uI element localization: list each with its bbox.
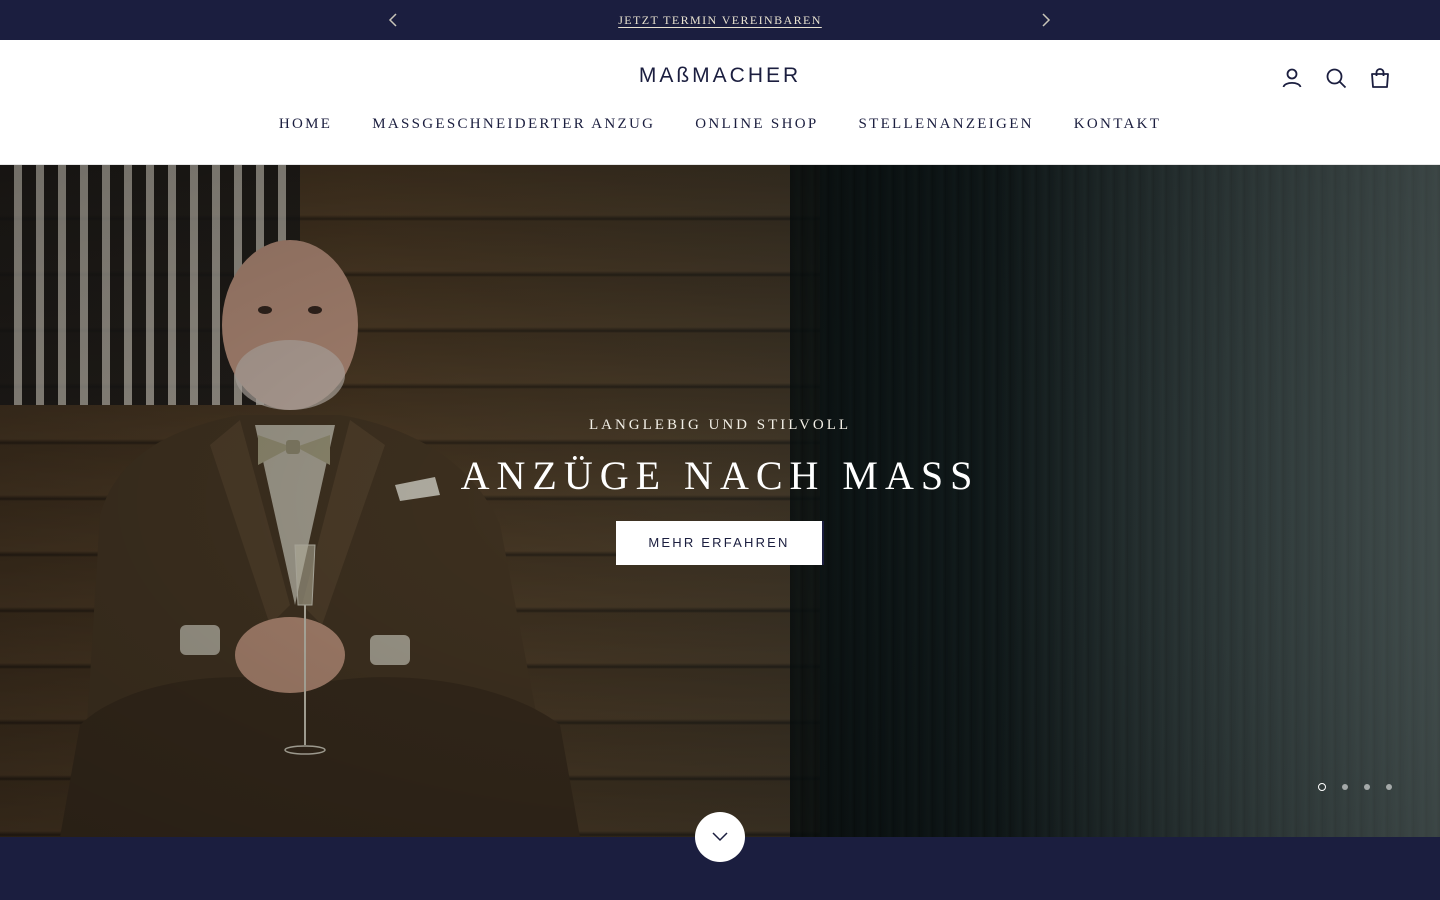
account-icon[interactable] bbox=[1280, 66, 1304, 90]
cart-icon[interactable] bbox=[1368, 66, 1392, 90]
hero-content: LANGLEBIG UND STILVOLL ANZÜGE NACH MASS … bbox=[0, 417, 1440, 565]
slide-dot-1[interactable] bbox=[1318, 783, 1326, 791]
hero-heading: ANZÜGE NACH MASS bbox=[460, 453, 980, 498]
nav-item-home[interactable]: HOME bbox=[279, 116, 332, 133]
header-actions bbox=[1280, 66, 1392, 90]
hero-cta-button[interactable]: MEHR ERFAHREN bbox=[616, 521, 824, 565]
hero-subheading: LANGLEBIG UND STILVOLL bbox=[588, 417, 852, 433]
chevron-right-icon[interactable] bbox=[1038, 12, 1054, 28]
chevron-left-icon[interactable] bbox=[385, 12, 401, 28]
site-header: MAßMACHER HOME MASSGESCHNEIDERTER ANZUG … bbox=[0, 40, 1440, 165]
nav-item-online-shop[interactable]: ONLINE SHOP bbox=[695, 116, 818, 133]
search-icon[interactable] bbox=[1324, 66, 1348, 90]
slide-dot-2[interactable] bbox=[1342, 784, 1348, 790]
site-logo[interactable]: MAßMACHER bbox=[0, 64, 1440, 88]
chevron-down-icon bbox=[712, 832, 728, 842]
announcement-link[interactable]: JETZT TERMIN VEREINBAREN bbox=[618, 13, 822, 28]
hero-slideshow: LANGLEBIG UND STILVOLL ANZÜGE NACH MASS … bbox=[0, 165, 1440, 837]
slide-dot-4[interactable] bbox=[1386, 784, 1392, 790]
nav-item-stellenanzeigen[interactable]: STELLENANZEIGEN bbox=[858, 116, 1033, 133]
slide-dot-3[interactable] bbox=[1364, 784, 1370, 790]
slideshow-pagination bbox=[1318, 783, 1392, 791]
main-navigation: HOME MASSGESCHNEIDERTER ANZUG ONLINE SHO… bbox=[0, 116, 1440, 133]
nav-item-massgeschneiderter-anzug[interactable]: MASSGESCHNEIDERTER ANZUG bbox=[372, 116, 655, 133]
nav-item-kontakt[interactable]: KONTAKT bbox=[1074, 116, 1161, 133]
announcement-bar: JETZT TERMIN VEREINBAREN bbox=[0, 0, 1440, 40]
scroll-down-button[interactable] bbox=[695, 812, 745, 862]
